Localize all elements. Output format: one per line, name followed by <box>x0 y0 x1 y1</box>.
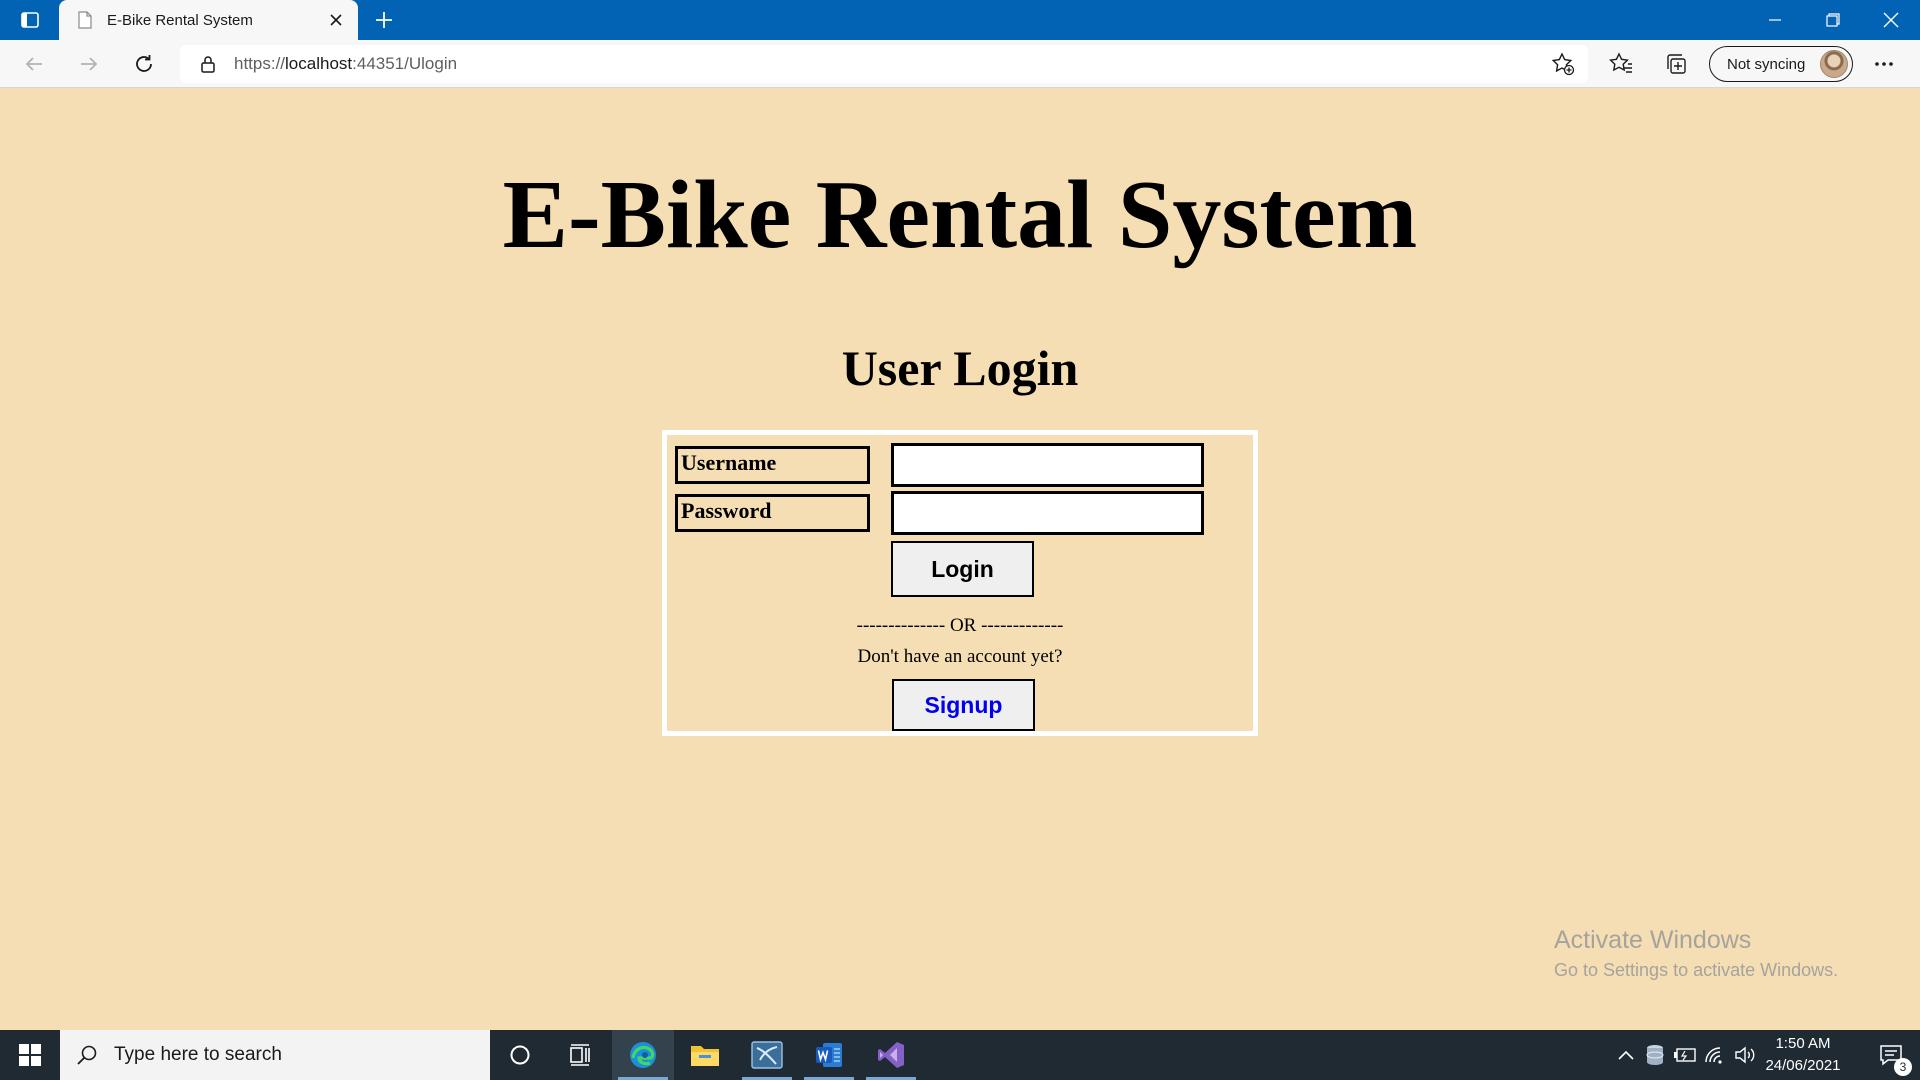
url-scheme: https:// <box>234 54 286 73</box>
notification-count-badge: 3 <box>1894 1058 1912 1076</box>
restore-icon <box>1826 13 1840 27</box>
tab-actions-icon <box>21 12 39 28</box>
tab-actions-button[interactable] <box>8 0 52 40</box>
minimize-icon <box>1769 19 1781 21</box>
search-icon <box>74 1042 100 1068</box>
plus-icon <box>376 12 392 28</box>
clock-date: 24/06/2021 <box>1765 1057 1841 1074</box>
activate-windows-subtitle: Go to Settings to activate Windows. <box>1554 960 1839 980</box>
collections-icon <box>1667 54 1686 74</box>
close-window-button[interactable] <box>1862 0 1920 40</box>
or-separator: -------------- OR ------------- <box>856 615 1064 636</box>
volume-button[interactable] <box>1732 1030 1758 1080</box>
task-view-button[interactable] <box>549 1030 611 1080</box>
address-bar[interactable]: https://localhost:44351/Ulogin <box>180 45 1588 83</box>
word-icon <box>816 1043 842 1067</box>
close-tab-icon[interactable] <box>320 4 352 36</box>
taskbar-search-box[interactable]: Type here to search <box>60 1030 490 1080</box>
refresh-button[interactable] <box>126 46 162 82</box>
action-center-button[interactable]: 3 <box>1862 1030 1920 1080</box>
taskbar-word[interactable] <box>798 1030 860 1080</box>
back-button[interactable] <box>16 46 52 82</box>
battery-icon <box>1674 1048 1696 1062</box>
cortana-icon <box>510 1045 530 1065</box>
restore-button[interactable] <box>1804 0 1862 40</box>
more-options-icon <box>1875 62 1893 66</box>
browser-toolbar: https://localhost:44351/Ulogin Not synci… <box>0 40 1920 88</box>
speaker-icon <box>1735 1046 1755 1064</box>
password-field[interactable] <box>891 491 1204 535</box>
forward-arrow-icon <box>81 57 98 71</box>
favorites-button[interactable] <box>1603 46 1639 82</box>
edge-icon <box>630 1042 656 1068</box>
favorites-icon <box>1609 52 1632 73</box>
taskbar-visual-studio[interactable] <box>860 1030 922 1080</box>
refresh-icon <box>136 55 152 72</box>
profile-sync-button[interactable]: Not syncing <box>1709 46 1853 82</box>
password-label: Password <box>675 494 870 532</box>
minimize-button[interactable] <box>1746 0 1804 40</box>
activate-windows-title: Activate Windows <box>1554 926 1752 954</box>
signup-button[interactable]: Signup <box>892 679 1035 731</box>
close-icon <box>1883 12 1899 28</box>
show-hidden-icons-button[interactable] <box>1614 1030 1638 1080</box>
url-host: localhost <box>285 54 353 73</box>
username-field[interactable] <box>891 443 1204 487</box>
page-favicon-icon <box>75 10 95 30</box>
login-form: Username Password Login -------------- O… <box>662 430 1258 736</box>
search-placeholder: Type here to search <box>114 1044 282 1065</box>
activate-windows-watermark: Activate Windows Go to Settings to activ… <box>1554 924 1838 982</box>
url-path: :44351/Ulogin <box>352 54 458 73</box>
lock-icon[interactable] <box>198 54 218 74</box>
tab-title: E-Bike Rental System <box>107 11 253 29</box>
forward-button[interactable] <box>71 46 107 82</box>
visual-studio-icon <box>878 1042 904 1068</box>
database-icon <box>1646 1045 1664 1065</box>
windows-logo-icon <box>19 1044 41 1066</box>
network-button[interactable] <box>1702 1030 1728 1080</box>
new-tab-button[interactable] <box>364 0 404 40</box>
section-title: User Login <box>841 340 1079 396</box>
no-account-text: Don't have an account yet? <box>857 646 1063 667</box>
windows-taskbar: Type here to search 1:50 AM 24/06/2021 3 <box>0 1030 1920 1080</box>
login-button[interactable]: Login <box>891 541 1034 597</box>
browser-titlebar: E-Bike Rental System <box>0 0 1920 40</box>
battery-button[interactable] <box>1672 1030 1698 1080</box>
wifi-icon <box>1705 1047 1722 1064</box>
browser-tab[interactable]: E-Bike Rental System <box>59 0 358 40</box>
url-text[interactable]: https://localhost:44351/Ulogin <box>234 54 457 74</box>
add-favorite-button[interactable] <box>1548 49 1578 79</box>
collections-button[interactable] <box>1658 46 1694 82</box>
sync-status-label: Not syncing <box>1727 55 1806 73</box>
mysql-workbench-icon <box>751 1041 783 1069</box>
back-arrow-icon <box>25 57 42 71</box>
taskbar-file-explorer[interactable] <box>674 1030 736 1080</box>
settings-menu-button[interactable] <box>1866 46 1902 82</box>
star-add-icon <box>1551 52 1575 76</box>
tray-app-button[interactable] <box>1642 1030 1668 1080</box>
page-title: E-Bike Rental System <box>502 161 1418 269</box>
taskbar-edge[interactable] <box>612 1030 674 1080</box>
taskbar-clock[interactable]: 1:50 AM 24/06/2021 <box>1760 1030 1846 1080</box>
chevron-up-icon <box>1618 1050 1634 1060</box>
file-explorer-icon <box>691 1046 719 1066</box>
username-label: Username <box>675 446 870 484</box>
clock-time: 1:50 AM <box>1775 1035 1831 1052</box>
profile-avatar <box>1820 50 1848 78</box>
taskbar-mysql-workbench[interactable] <box>736 1030 798 1080</box>
task-view-icon <box>570 1044 590 1066</box>
cortana-button[interactable] <box>489 1030 551 1080</box>
start-button[interactable] <box>0 1030 60 1080</box>
